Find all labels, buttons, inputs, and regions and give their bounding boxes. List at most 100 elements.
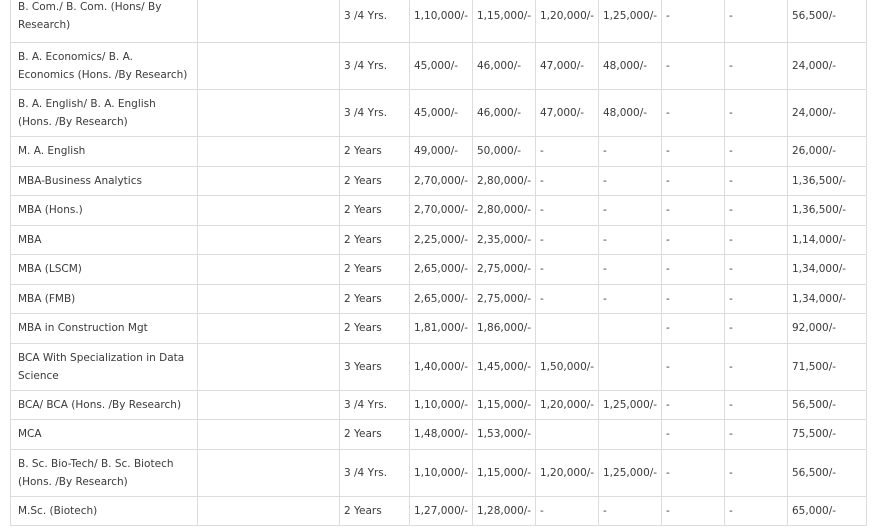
table-row: M. A. English 2 Years 49,000/- 50,000/- - - - -…	[10, 136, 867, 167]
fee-cell-f1: 2,70,000/-	[409, 165, 473, 196]
fee-cell-f7: 1,36,500/-	[787, 195, 867, 226]
fee-cell-f7: 56,500/-	[787, 389, 867, 420]
empty-cell	[197, 313, 340, 344]
fee-cell-f1: 1,10,000/-	[409, 448, 473, 497]
fee-cell-f5: -	[661, 448, 725, 497]
fee-cell-f3: 1,20,000/-	[535, 0, 599, 43]
fee-table-body: B. Com./ B. Com. (Hons/ By Research) 3 /4…	[10, 0, 867, 526]
fee-cell-f7: 1,14,000/-	[787, 224, 867, 255]
table-row: MBA in Construction Mgt 2 Years 1,81,000/-…	[10, 313, 867, 344]
fee-cell-f3	[535, 419, 599, 450]
fee-cell-f2: 2,80,000/-	[472, 195, 536, 226]
empty-cell	[197, 224, 340, 255]
fee-cell-f5: -	[661, 389, 725, 420]
duration-cell: 2 Years	[339, 283, 410, 314]
empty-cell	[197, 254, 340, 285]
fee-cell-f1: 2,65,000/-	[409, 283, 473, 314]
fee-cell-f7: 75,500/-	[787, 419, 867, 450]
fee-cell-f4: -	[598, 195, 662, 226]
course-name-cell: MBA-Business Analytics	[10, 165, 198, 196]
fee-cell-f3: 1,50,000/-	[535, 342, 599, 391]
fee-cell-f1: 45,000/-	[409, 89, 473, 137]
fee-cell-f2: 1,53,000/-	[472, 419, 536, 450]
fee-cell-f3: -	[535, 165, 599, 196]
fee-cell-f5: -	[661, 224, 725, 255]
fee-cell-f4	[598, 342, 662, 391]
empty-cell	[197, 165, 340, 196]
duration-cell: 3 /4 Yrs.	[339, 0, 410, 43]
empty-cell	[197, 389, 340, 420]
fee-cell-f4: 1,25,000/-	[598, 0, 662, 43]
fee-cell-f1: 49,000/-	[409, 136, 473, 167]
fee-cell-f1: 45,000/-	[409, 42, 473, 90]
fee-cell-f6: -	[724, 389, 788, 420]
fee-cell-f5: -	[661, 342, 725, 391]
fee-cell-f2: 1,28,000/-	[472, 495, 536, 526]
fee-cell-f6: -	[724, 495, 788, 526]
course-name-cell: MBA in Construction Mgt	[10, 313, 198, 344]
table-row: MBA-Business Analytics 2 Years 2,70,000/- 2…	[10, 165, 867, 196]
duration-cell: 2 Years	[339, 254, 410, 285]
fee-cell-f6: -	[724, 313, 788, 344]
fee-cell-f4: -	[598, 254, 662, 285]
duration-cell: 2 Years	[339, 495, 410, 526]
duration-cell: 3 /4 Yrs.	[339, 42, 410, 90]
fee-cell-f7: 56,500/-	[787, 448, 867, 497]
table-row: MBA 2 Years 2,25,000/- 2,35,000/- - - - -1,14,0…	[10, 224, 867, 255]
fee-cell-f5: -	[661, 165, 725, 196]
course-name-cell: B. A. Economics/ B. A. Economics (Hons. …	[10, 42, 198, 90]
fee-cell-f4: -	[598, 495, 662, 526]
fee-cell-f7: 56,500/-	[787, 0, 867, 43]
fee-cell-f2: 46,000/-	[472, 89, 536, 137]
fee-cell-f3: -	[535, 254, 599, 285]
fee-cell-f6: -	[724, 195, 788, 226]
fee-cell-f5: -	[661, 195, 725, 226]
fee-cell-f1: 1,10,000/-	[409, 0, 473, 43]
empty-cell	[197, 342, 340, 391]
table-row: B. A. Economics/ B. A. Economics (Hons. …	[10, 42, 867, 90]
fee-cell-f7: 1,36,500/-	[787, 165, 867, 196]
table-row: MCA 2 Years 1,48,000/- 1,53,000/- - -75,500/-	[10, 419, 867, 450]
fee-cell-f3: 47,000/-	[535, 89, 599, 137]
fee-cell-f2: 2,75,000/-	[472, 254, 536, 285]
fee-cell-f6: -	[724, 89, 788, 137]
fee-cell-f7: 1,34,000/-	[787, 254, 867, 285]
fee-cell-f2: 2,35,000/-	[472, 224, 536, 255]
fee-cell-f5: -	[661, 89, 725, 137]
duration-cell: 2 Years	[339, 313, 410, 344]
course-name-cell: MCA	[10, 419, 198, 450]
course-name-cell: M.Sc. (Biotech)	[10, 495, 198, 526]
table-row: BCA/ BCA (Hons. /By Research) 3 /4 Yrs. 1,…	[10, 389, 867, 420]
fee-cell-f2: 1,86,000/-	[472, 313, 536, 344]
fee-cell-f5: -	[661, 0, 725, 43]
empty-cell	[197, 42, 340, 90]
fee-cell-f1: 1,81,000/-	[409, 313, 473, 344]
fee-cell-f3: 1,20,000/-	[535, 389, 599, 420]
fee-cell-f7: 24,000/-	[787, 42, 867, 90]
course-name-cell: MBA	[10, 224, 198, 255]
fee-cell-f6: -	[724, 419, 788, 450]
course-name-cell: B. Sc. Bio-Tech/ B. Sc. Biotech (Hons. /…	[10, 448, 198, 497]
fee-cell-f2: 46,000/-	[472, 42, 536, 90]
fee-cell-f1: 2,65,000/-	[409, 254, 473, 285]
course-name-cell: MBA (LSCM)	[10, 254, 198, 285]
table-row: BCA With Specialization in Data Science 3…	[10, 342, 867, 391]
fee-cell-f4: -	[598, 136, 662, 167]
course-name-cell: MBA (Hons.)	[10, 195, 198, 226]
fee-cell-f5: -	[661, 495, 725, 526]
duration-cell: 2 Years	[339, 224, 410, 255]
fee-cell-f2: 2,75,000/-	[472, 283, 536, 314]
duration-cell: 3 /4 Yrs.	[339, 89, 410, 137]
fee-cell-f2: 1,15,000/-	[472, 0, 536, 43]
course-name-cell: BCA With Specialization in Data Science	[10, 342, 198, 391]
fee-cell-f3	[535, 313, 599, 344]
fee-cell-f7: 24,000/-	[787, 89, 867, 137]
empty-cell	[197, 419, 340, 450]
table-row: B. Com./ B. Com. (Hons/ By Research) 3 /4…	[10, 0, 867, 43]
fee-cell-f6: -	[724, 224, 788, 255]
fee-cell-f1: 1,27,000/-	[409, 495, 473, 526]
fee-cell-f6: -	[724, 165, 788, 196]
fee-cell-f5: -	[661, 254, 725, 285]
fee-cell-f6: -	[724, 283, 788, 314]
duration-cell: 3 /4 Yrs.	[339, 389, 410, 420]
